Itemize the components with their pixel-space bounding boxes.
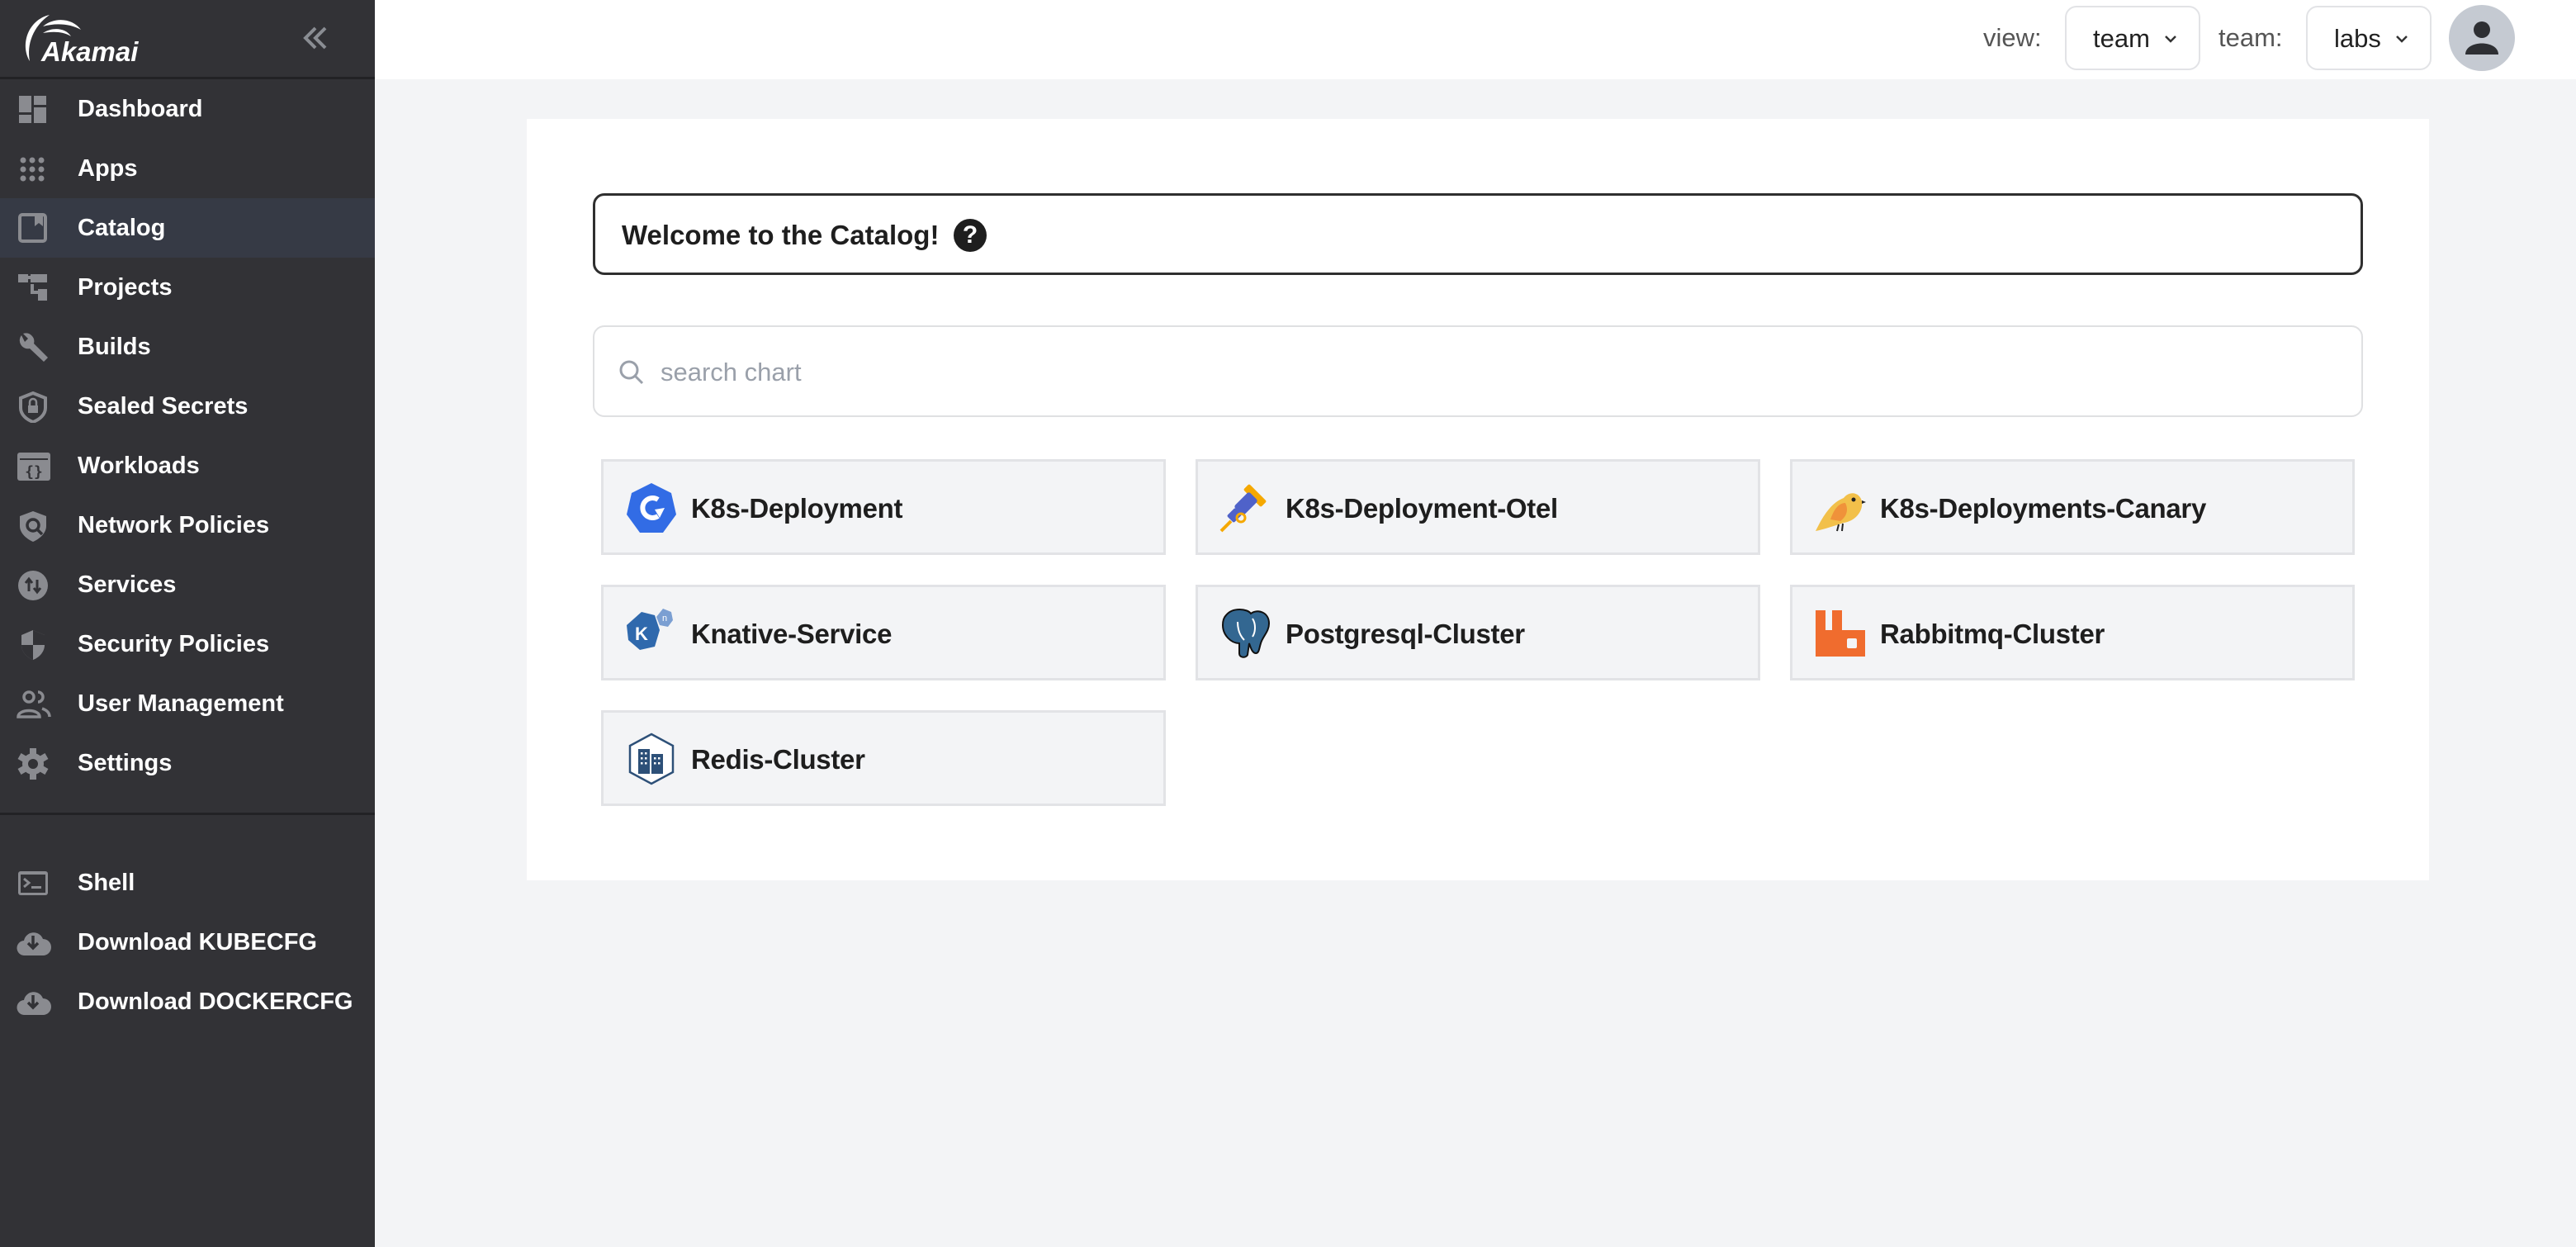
shield-half-icon — [21, 630, 45, 660]
redis-building-icon — [628, 733, 675, 785]
welcome-title: Welcome to the Catalog! — [622, 220, 940, 250]
k8s-deployment-icon — [627, 483, 676, 533]
sidebar-item-shell[interactable]: Shell — [0, 853, 375, 913]
chart-tile-label: Knative-Service — [691, 619, 893, 649]
sidebar-item-services[interactable]: Services — [0, 555, 375, 614]
sidebar-item-label: Download KUBECFG — [78, 928, 317, 955]
sidebar-item-label: Security Policies — [78, 630, 270, 657]
search-icon — [619, 360, 644, 385]
swap-arrows-icon — [18, 571, 48, 600]
chevron-down-icon — [2396, 36, 2408, 43]
team-select-value: labs — [2334, 24, 2381, 53]
sidebar-item-network-policies[interactable]: Network Policies — [0, 495, 375, 555]
rabbitmq-icon — [1816, 610, 1865, 657]
dashboard-icon — [19, 96, 46, 123]
collapse-sidebar-button[interactable] — [297, 21, 334, 55]
sidebar-bottom-nav: Shell Download KUBECFG Download DOCKERCF… — [0, 853, 375, 1031]
svg-text:Akamai: Akamai — [40, 36, 139, 67]
chart-tile-k8s-deployments-canary[interactable]: K8s-Deployments-Canary — [1790, 459, 2355, 555]
sidebar-item-label: Apps — [78, 154, 138, 182]
sidebar-item-label: Settings — [78, 749, 173, 776]
catalog-book-icon — [18, 213, 47, 243]
search-chart-field — [593, 325, 2363, 417]
sidebar-item-projects[interactable]: Projects — [0, 258, 375, 317]
chart-tile-label: K8s-Deployment — [691, 493, 903, 524]
gear-icon — [17, 748, 49, 780]
cloud-download-icon — [17, 992, 51, 1016]
sidebar: Akamai Dashboard Apps Catalog Projects B… — [0, 0, 375, 1247]
sidebar-header: Akamai — [0, 0, 375, 79]
chart-tile-k8s-deployment-otel[interactable]: K8s-Deployment-Otel — [1196, 459, 1760, 555]
view-select-value: team — [2093, 24, 2150, 53]
sidebar-item-label: Builds — [78, 333, 151, 360]
chart-tile-label: Rabbitmq-Cluster — [1880, 619, 2105, 649]
opentelemetry-icon — [1219, 484, 1267, 533]
team-label: team: — [2218, 23, 2283, 52]
sidebar-item-download-dockercfg[interactable]: Download DOCKERCFG — [0, 972, 375, 1031]
svg-text:n: n — [662, 614, 667, 624]
top-bar: view: team team: labs — [375, 0, 2576, 79]
chart-tile-knative-service[interactable]: Kn Knative-Service — [601, 585, 1166, 680]
sidebar-item-dashboard[interactable]: Dashboard — [0, 79, 375, 139]
postgresql-elephant-icon — [1221, 609, 1271, 658]
users-icon — [17, 690, 51, 718]
sidebar-item-label: Catalog — [78, 214, 166, 241]
workloads-code-icon: {} — [17, 453, 50, 481]
sidebar-item-label: Sealed Secrets — [78, 392, 249, 420]
help-icon[interactable]: ? — [954, 219, 987, 252]
catalog-card: Welcome to the Catalog! ? K8s-Deployment… — [527, 119, 2429, 880]
sidebar-item-label: Services — [78, 571, 177, 598]
svg-text:{}: {} — [25, 463, 43, 481]
sidebar-item-user-management[interactable]: User Management — [0, 674, 375, 733]
sidebar-item-settings[interactable]: Settings — [0, 733, 375, 793]
sidebar-item-workloads[interactable]: {} Workloads — [0, 436, 375, 495]
welcome-banner: Welcome to the Catalog! ? — [593, 193, 2363, 275]
sidebar-item-security-policies[interactable]: Security Policies — [0, 614, 375, 674]
user-icon — [2465, 21, 2498, 55]
chart-tile-label: K8s-Deployment-Otel — [1286, 493, 1558, 524]
sidebar-item-apps[interactable]: Apps — [0, 139, 375, 198]
sidebar-nav: Dashboard Apps Catalog Projects Builds S… — [0, 79, 375, 793]
terminal-icon — [18, 871, 48, 895]
sidebar-item-label: Projects — [78, 273, 173, 301]
chart-tile-k8s-deployment[interactable]: K8s-Deployment — [601, 459, 1166, 555]
chart-tile-rabbitmq-cluster[interactable]: Rabbitmq-Cluster — [1790, 585, 2355, 680]
chart-tile-label: Postgresql-Cluster — [1286, 619, 1525, 649]
sidebar-item-catalog[interactable]: Catalog — [0, 198, 375, 258]
sidebar-item-label: Workloads — [78, 452, 200, 479]
akamai-logo[interactable]: Akamai — [18, 12, 159, 68]
sidebar-item-label: Network Policies — [78, 511, 270, 538]
projects-tree-icon — [18, 274, 47, 301]
canary-bird-icon — [1816, 493, 1866, 532]
wrench-icon — [19, 333, 48, 362]
sidebar-divider — [0, 813, 375, 815]
sidebar-item-label: Shell — [78, 869, 135, 896]
team-select[interactable]: labs — [2306, 6, 2432, 70]
shield-search-icon — [20, 511, 46, 542]
cloud-download-icon — [17, 932, 51, 956]
shield-lock-icon — [19, 391, 47, 423]
chart-tile-label: Redis-Cluster — [691, 744, 865, 775]
user-avatar-button[interactable] — [2449, 5, 2515, 71]
view-select[interactable]: team — [2065, 6, 2200, 70]
chart-tile-label: K8s-Deployments-Canary — [1880, 493, 2207, 524]
sidebar-item-download-kubecfg[interactable]: Download KUBECFG — [0, 913, 375, 972]
search-chart-input[interactable] — [661, 344, 2312, 401]
svg-text:K: K — [635, 624, 648, 644]
sidebar-item-sealed-secrets[interactable]: Sealed Secrets — [0, 377, 375, 436]
sidebar-item-builds[interactable]: Builds — [0, 317, 375, 377]
sidebar-item-label: Dashboard — [78, 95, 203, 122]
view-label: view: — [1983, 23, 2042, 52]
apps-grid-icon — [20, 157, 45, 182]
chart-tile-postgresql-cluster[interactable]: Postgresql-Cluster — [1196, 585, 1760, 680]
sidebar-item-label: User Management — [78, 690, 284, 717]
knative-icon: Kn — [627, 609, 673, 650]
sidebar-item-label: Download DOCKERCFG — [78, 988, 353, 1015]
chart-tile-redis-cluster[interactable]: Redis-Cluster — [601, 710, 1166, 806]
chevron-down-icon — [2165, 36, 2176, 43]
